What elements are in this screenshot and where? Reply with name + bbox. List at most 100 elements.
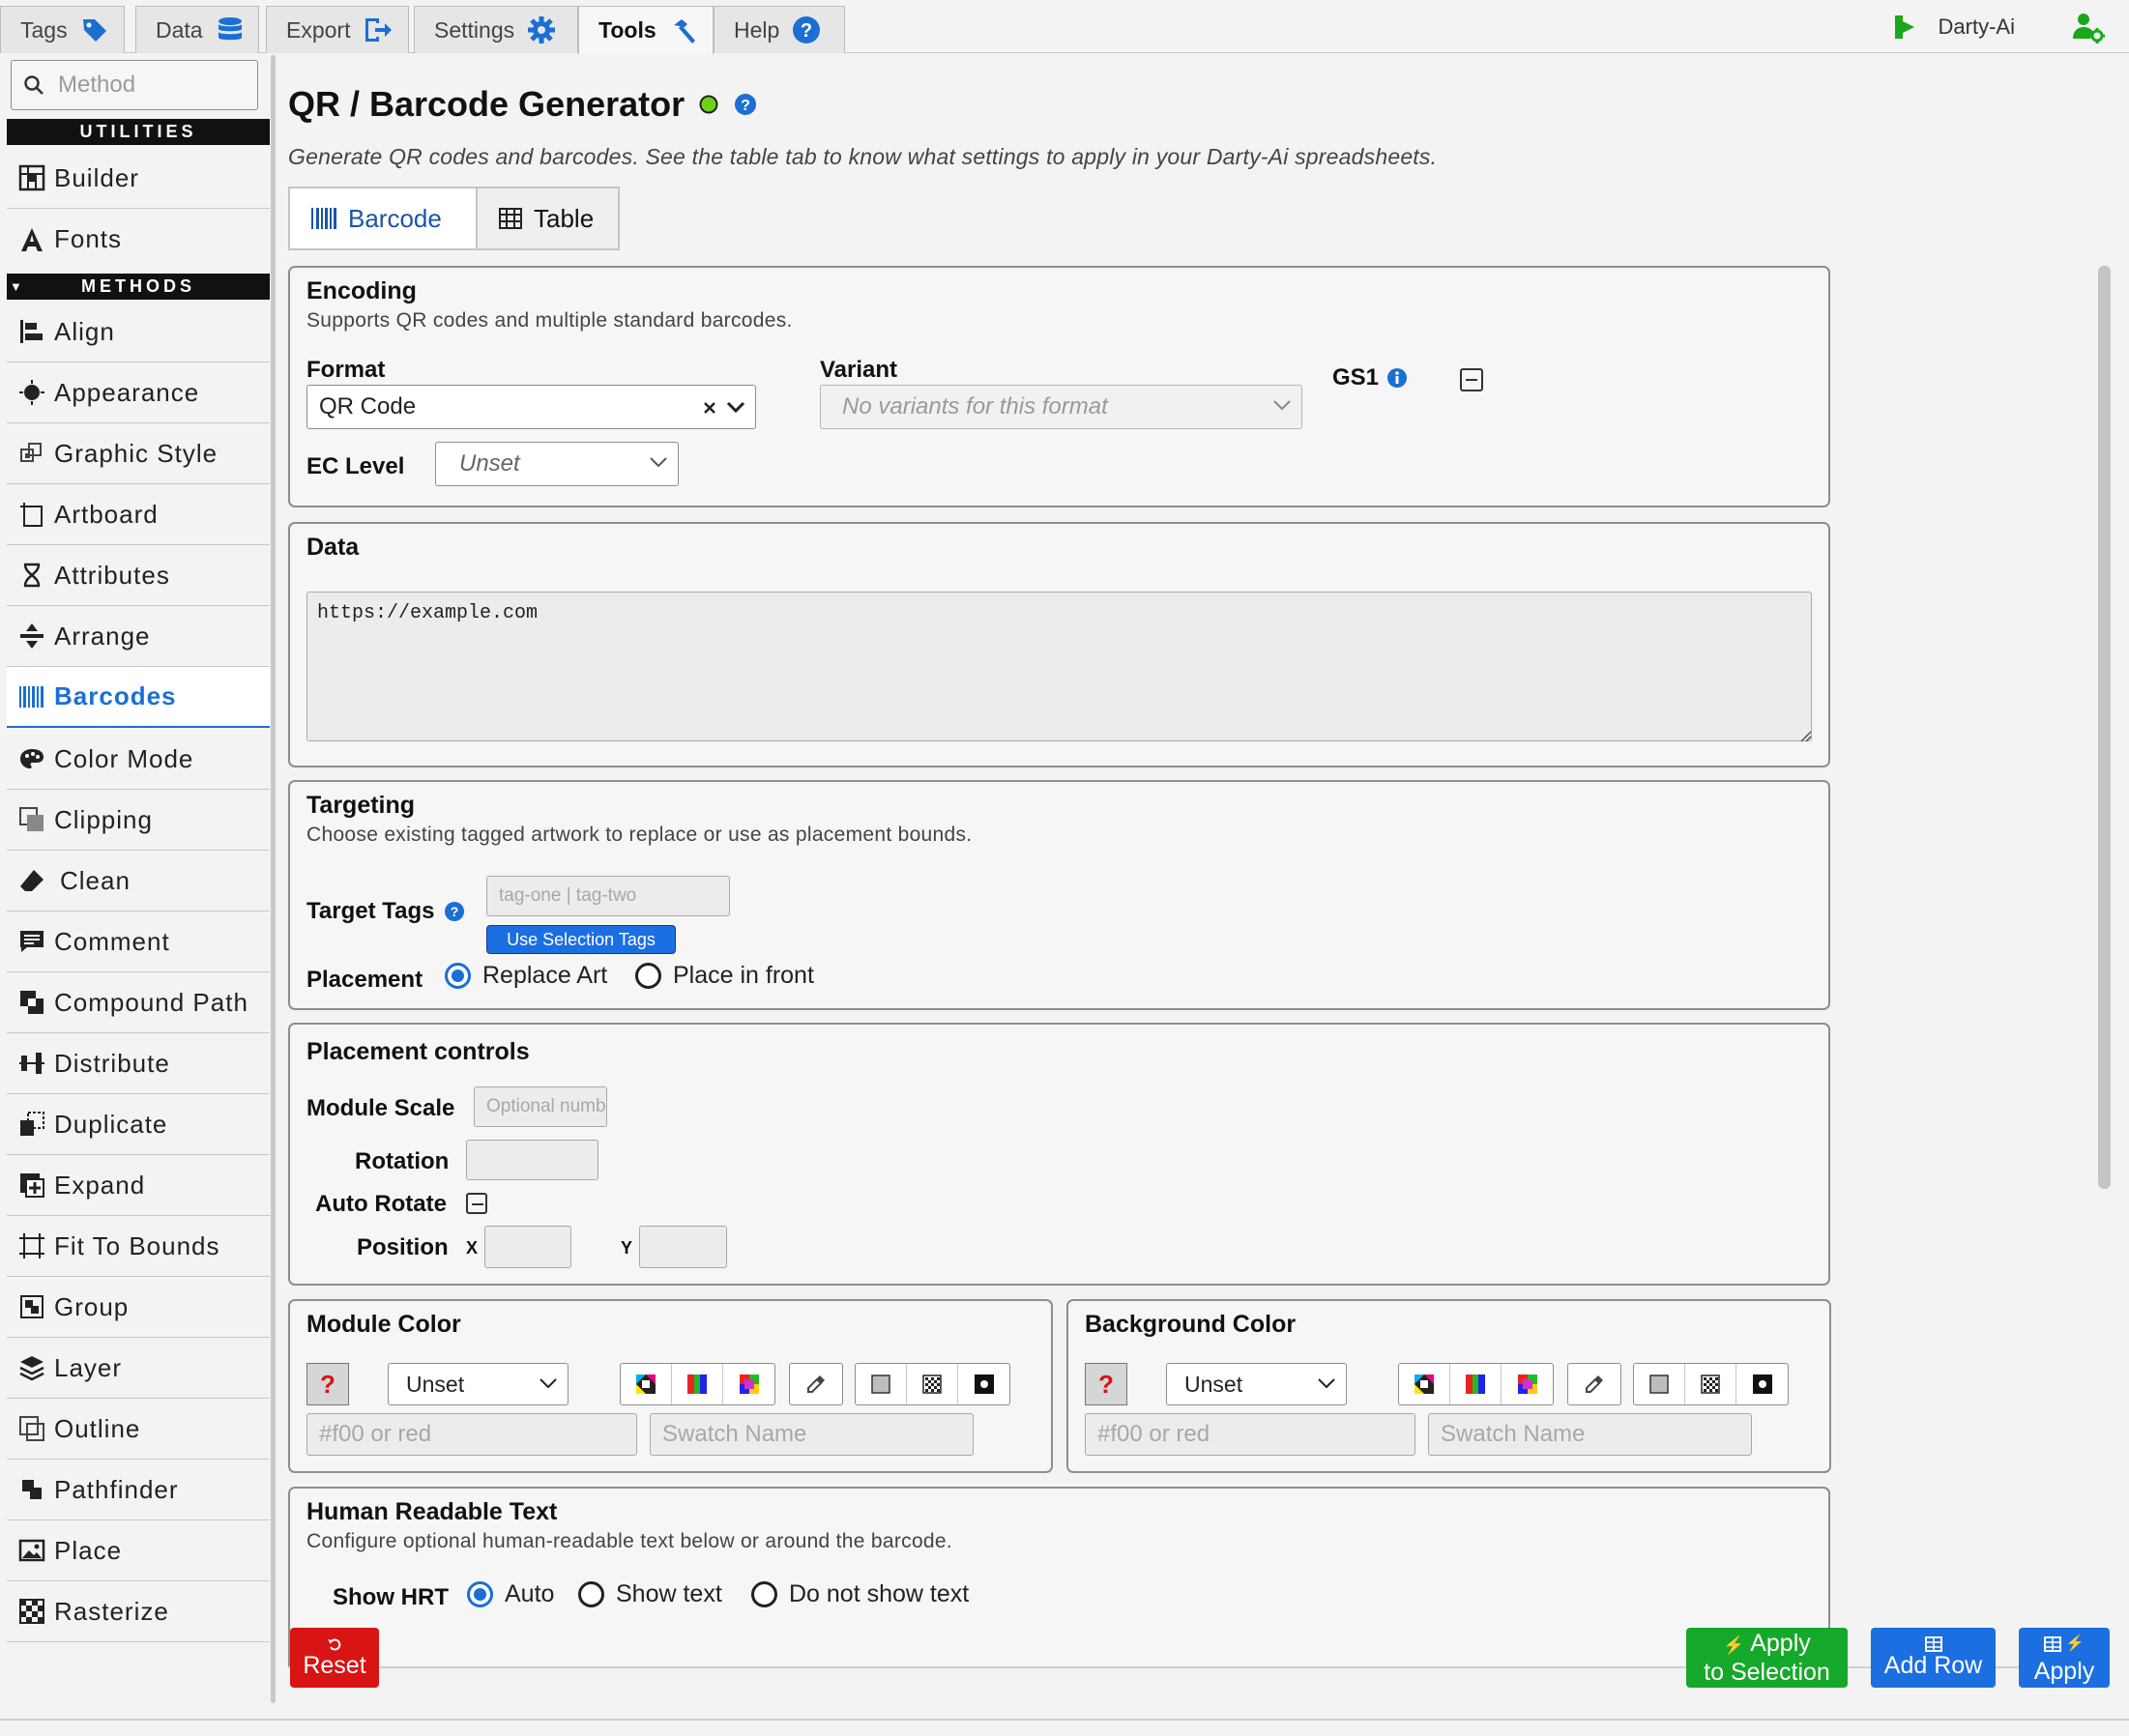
radio-selected[interactable]	[467, 1581, 493, 1607]
arrange-icon	[20, 623, 44, 649]
format-select[interactable]: QR Code	[306, 385, 756, 429]
tab-settings[interactable]: Settings	[414, 6, 578, 53]
pattern-fill-button[interactable]	[907, 1364, 958, 1404]
rgb-button[interactable]	[672, 1364, 723, 1404]
ec-level-select[interactable]: Unset	[435, 442, 679, 486]
add-row-button[interactable]: Add Row	[1871, 1628, 1996, 1688]
tab-data[interactable]: Data	[135, 6, 259, 53]
methods-header[interactable]: ▼ METHODS	[7, 274, 270, 300]
tab-tools[interactable]: Tools	[578, 6, 714, 54]
sidebar-item-align[interactable]: Align	[7, 302, 270, 362]
sidebar-item-fonts[interactable]: Fonts	[7, 209, 270, 270]
info-icon[interactable]	[1386, 367, 1408, 389]
tab-tags[interactable]: Tags	[0, 6, 125, 53]
sidebar-item-compound-path[interactable]: Compound Path	[7, 972, 270, 1033]
main-scrollbar[interactable]	[2098, 266, 2111, 1189]
hrt-title: Human Readable Text	[306, 1498, 558, 1525]
sidebar-item-attributes[interactable]: Attributes	[7, 545, 270, 606]
eyedropper-button[interactable]	[1568, 1364, 1620, 1404]
radio-unselected[interactable]	[751, 1581, 777, 1607]
sidebar-item-arrange[interactable]: Arrange	[7, 606, 270, 667]
show-hrt-label: Show HRT	[333, 1584, 449, 1610]
black-fill-button[interactable]	[958, 1364, 1009, 1404]
background-color-swatch-input[interactable]	[1428, 1413, 1752, 1456]
cmyk-button[interactable]	[1399, 1364, 1450, 1404]
targeting-card: Targeting Choose existing tagged artwork…	[288, 780, 1830, 1010]
position-x-input[interactable]	[484, 1226, 571, 1268]
gs1-checkbox[interactable]	[1460, 368, 1483, 391]
sidebar-item-artboard[interactable]: Artboard	[7, 484, 270, 545]
sidebar-item-label: Fit To Bounds	[54, 1230, 220, 1260]
module-color-swatch[interactable]: ?	[306, 1363, 349, 1405]
background-color-mode-select[interactable]: Unset	[1166, 1363, 1347, 1405]
use-selection-tags-button[interactable]: Use Selection Tags	[486, 925, 676, 954]
help-circle-icon[interactable]: ?	[733, 92, 758, 117]
apply-button[interactable]: ⚡ Apply	[2019, 1628, 2110, 1688]
module-color-swatch-input[interactable]	[650, 1413, 974, 1456]
variant-select[interactable]: No variants for this format	[820, 385, 1302, 429]
sidebar-item-rasterize[interactable]: Rasterize	[7, 1581, 270, 1642]
sidebar-item-group[interactable]: Group	[7, 1277, 270, 1338]
sidebar-item-graphic-style[interactable]: Graphic Style	[7, 423, 270, 484]
spot-color-button[interactable]	[1502, 1364, 1553, 1404]
compound-path-icon	[20, 991, 44, 1014]
auto-rotate-checkbox[interactable]	[466, 1193, 487, 1214]
radio-unselected[interactable]	[635, 963, 661, 989]
data-textarea[interactable]	[306, 592, 1812, 741]
background-color-hex-input[interactable]	[1085, 1413, 1415, 1456]
tab-export[interactable]: Export	[266, 6, 409, 53]
sidebar-item-layer[interactable]: Layer	[7, 1338, 270, 1399]
hrt-radio-auto[interactable]: Auto	[467, 1580, 554, 1608]
sidebar-item-fit-to-bounds[interactable]: Fit To Bounds	[7, 1216, 270, 1277]
position-y-input[interactable]	[639, 1226, 727, 1268]
hrt-radio-show-text[interactable]: Show text	[578, 1580, 722, 1608]
pattern-fill-button[interactable]	[1685, 1364, 1736, 1404]
help-circle-icon[interactable]: ?	[444, 901, 465, 922]
subtab-table[interactable]: Table	[478, 187, 620, 250]
sidebar-item-pathfinder[interactable]: Pathfinder	[7, 1460, 270, 1520]
tab-help[interactable]: Help ?	[714, 6, 845, 53]
sidebar-item-appearance[interactable]: Appearance	[7, 362, 270, 423]
sidebar-item-builder[interactable]: Builder	[7, 148, 270, 209]
sidebar-item-distribute[interactable]: Distribute	[7, 1033, 270, 1094]
sidebar-item-duplicate[interactable]: Duplicate	[7, 1094, 270, 1155]
sidebar-scrollbar[interactable]	[271, 55, 276, 1703]
logout-icon[interactable]	[1892, 13, 1921, 42]
subtab-barcode[interactable]: Barcode	[288, 187, 478, 250]
reset-button[interactable]: Reset	[290, 1628, 379, 1688]
sidebar-item-color-mode[interactable]: Color Mode	[7, 729, 270, 790]
module-color-hex-input[interactable]	[306, 1413, 637, 1456]
clear-icon[interactable]	[703, 401, 716, 415]
hrt-radio-do-not-show[interactable]: Do not show text	[751, 1580, 969, 1608]
rotation-input[interactable]	[466, 1140, 598, 1180]
sidebar-item-expand[interactable]: Expand	[7, 1155, 270, 1216]
placement-radio-replace-art[interactable]: Replace Art	[445, 962, 607, 990]
eyedropper-button[interactable]	[790, 1364, 842, 1404]
target-tags-input[interactable]	[486, 876, 730, 916]
cmyk-button[interactable]	[621, 1364, 672, 1404]
module-color-mode-select[interactable]: Unset	[388, 1363, 569, 1405]
eraser-icon	[20, 870, 44, 891]
gray-fill-button[interactable]	[856, 1364, 907, 1404]
apply-to-selection-button[interactable]: ⚡ Apply to Selection	[1686, 1628, 1848, 1688]
placement-radio-place-in-front[interactable]: Place in front	[635, 962, 814, 990]
sidebar-item-barcodes[interactable]: Barcodes	[7, 667, 270, 728]
sidebar-item-outline[interactable]: Outline	[7, 1399, 270, 1460]
sidebar-item-clean[interactable]: Clean	[7, 851, 270, 911]
spot-color-button[interactable]	[723, 1364, 774, 1404]
resize-handle-icon[interactable]	[1798, 729, 1812, 742]
sidebar-item-comment[interactable]: Comment	[7, 911, 270, 972]
top-tab-bar: Tags Data Export Settings Tools Help ? D…	[0, 0, 2129, 54]
gray-fill-button[interactable]	[1634, 1364, 1685, 1404]
rgb-button[interactable]	[1450, 1364, 1502, 1404]
radio-unselected[interactable]	[578, 1581, 604, 1607]
gs1-label: GS1	[1332, 364, 1380, 391]
sidebar-item-clipping[interactable]: Clipping	[7, 790, 270, 851]
user-settings-icon[interactable]	[2071, 10, 2106, 44]
radio-selected[interactable]	[445, 963, 471, 989]
background-color-swatch[interactable]: ?	[1085, 1363, 1127, 1405]
page-title-row: QR / Barcode Generator ?	[288, 84, 758, 125]
sidebar-item-place[interactable]: Place	[7, 1520, 270, 1581]
black-fill-button[interactable]	[1736, 1364, 1788, 1404]
module-scale-input[interactable]	[474, 1086, 607, 1127]
